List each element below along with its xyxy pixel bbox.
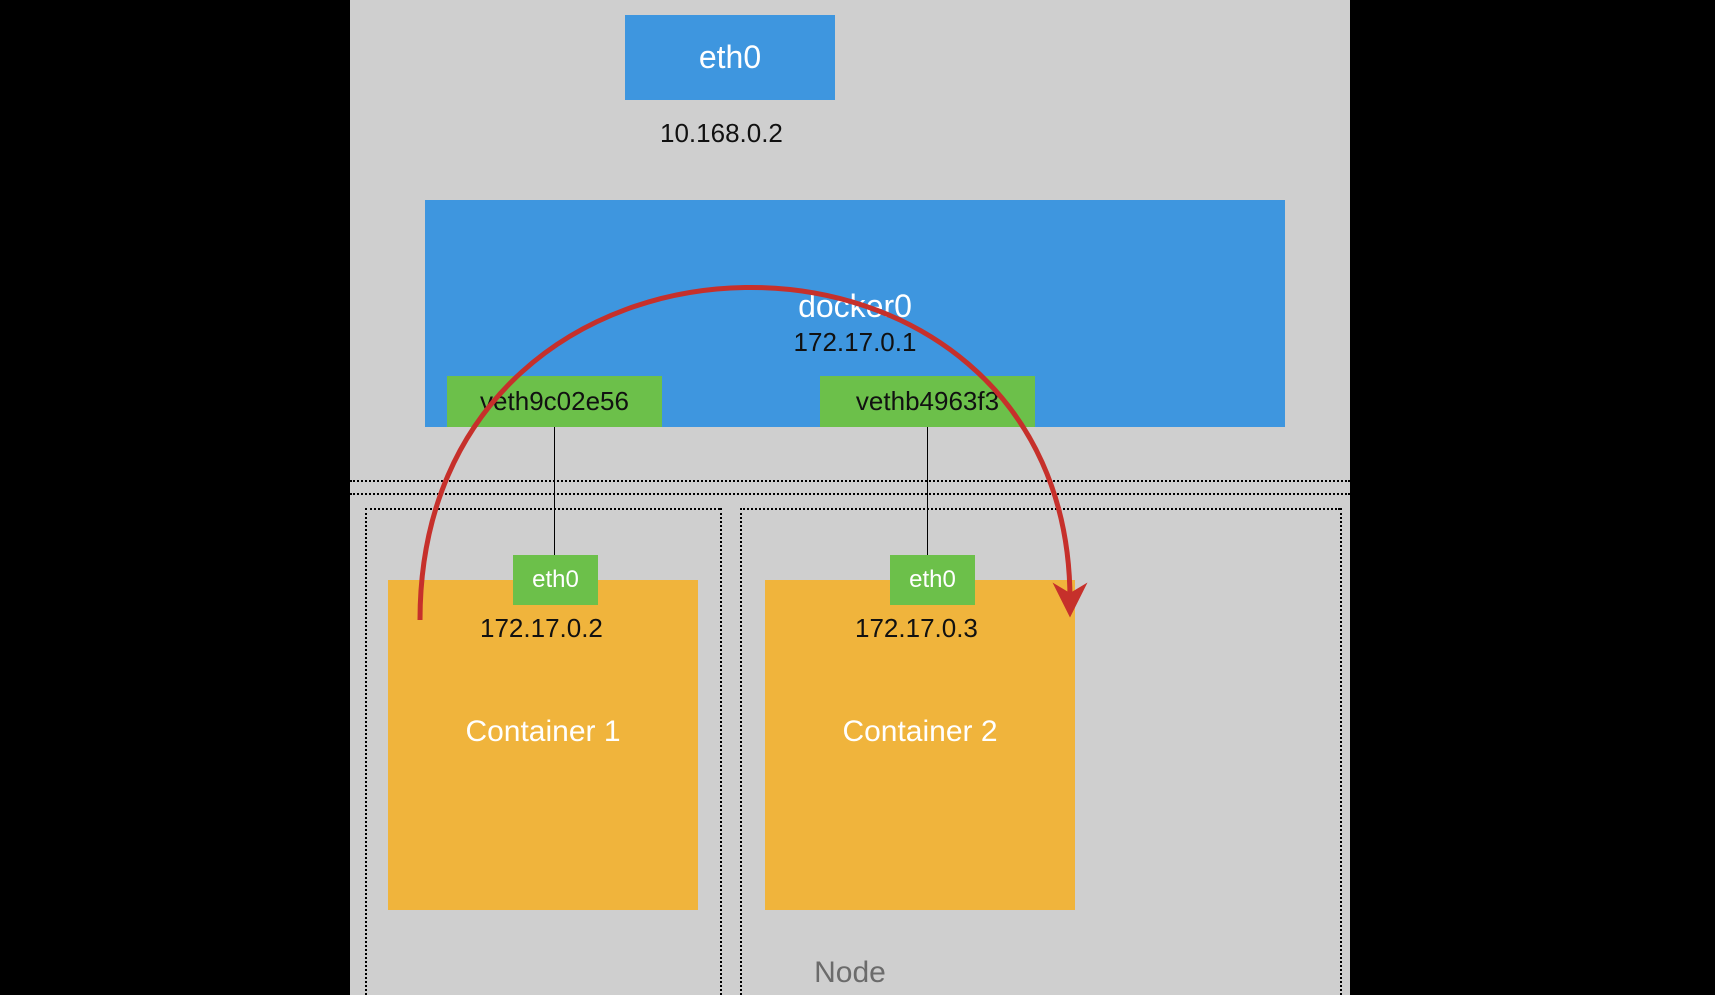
container-1-ip-text: 172.17.0.2 (480, 613, 603, 643)
node-label-text: Node (814, 956, 886, 989)
c1-ns-top (365, 508, 720, 510)
container-1-ip: 172.17.0.2 (480, 613, 603, 644)
container-2-eth0-label: eth0 (909, 566, 956, 594)
veth-right-box: vethb4963f3 (820, 376, 1035, 427)
container-1-eth0-box: eth0 (513, 555, 598, 605)
host-eth0-ip: 10.168.0.2 (660, 118, 783, 149)
c2-ns-top (740, 508, 1340, 510)
link-right (927, 427, 928, 557)
c1-ns-right (720, 508, 722, 995)
host-eth0-ip-text: 10.168.0.2 (660, 118, 783, 148)
c2-ns-right (1340, 508, 1342, 995)
docker0-ip: 172.17.0.1 (425, 327, 1285, 358)
diagram-stage: eth0 10.168.0.2 docker0 172.17.0.1 veth9… (0, 0, 1715, 995)
c2-ns-left (740, 508, 742, 995)
veth-right-label: vethb4963f3 (856, 386, 999, 417)
rootns-line-1 (350, 480, 1350, 482)
container-2-eth0-box: eth0 (890, 555, 975, 605)
container-2-ip: 172.17.0.3 (855, 613, 978, 644)
rootns-line-2 (350, 493, 1350, 495)
container-1-eth0-label: eth0 (532, 566, 579, 594)
container-2-label: Container 2 (842, 715, 997, 748)
host-eth0-label: eth0 (699, 39, 761, 76)
host-eth0-box: eth0 (625, 15, 835, 100)
docker0-name: docker0 (425, 288, 1285, 325)
node-box: eth0 10.168.0.2 docker0 172.17.0.1 veth9… (350, 0, 1350, 995)
c1-ns-left (365, 508, 367, 995)
veth-left-box: veth9c02e56 (447, 376, 662, 427)
container-2-ip-text: 172.17.0.3 (855, 613, 978, 643)
veth-left-label: veth9c02e56 (480, 386, 629, 417)
link-left (554, 427, 555, 557)
container-1-label: Container 1 (465, 715, 620, 748)
node-label: Node (350, 956, 1350, 990)
